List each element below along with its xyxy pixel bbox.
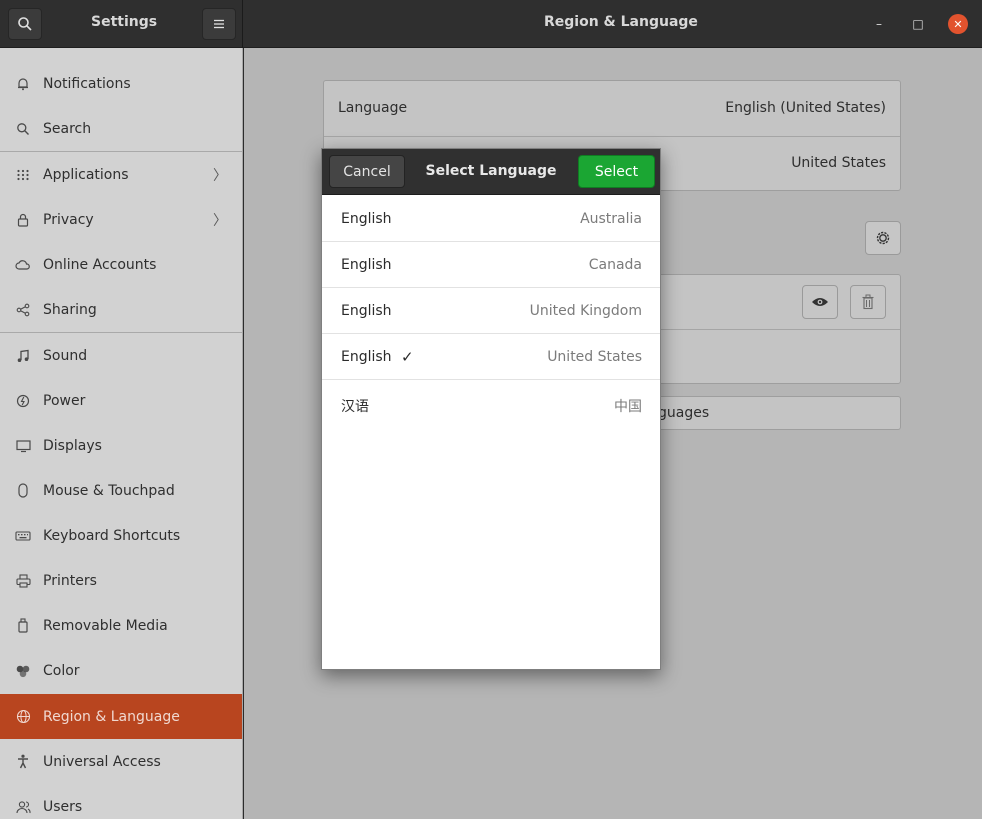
sidebar-item-users[interactable]: Users bbox=[0, 784, 242, 819]
sidebar-item-printers[interactable]: Printers bbox=[0, 558, 242, 603]
chevron-right-icon: 〉 bbox=[213, 212, 227, 229]
power-icon bbox=[15, 393, 31, 409]
sidebar-item-label: Printers bbox=[43, 572, 97, 589]
select-language-dialog: Select Language Cancel Select English Au… bbox=[321, 148, 661, 670]
sidebar-item-search[interactable]: Search bbox=[0, 106, 242, 151]
sidebar-item-universal-access[interactable]: Universal Access bbox=[0, 739, 242, 784]
globe-icon bbox=[15, 709, 31, 725]
language-name: English bbox=[341, 256, 392, 273]
dialog-header: Select Language Cancel Select bbox=[322, 149, 660, 195]
sidebar-item-mouse-touchpad[interactable]: Mouse & Touchpad bbox=[0, 468, 242, 513]
sidebar-item-label: Sharing bbox=[43, 301, 97, 318]
header-bar: Settings Region & Language – □ ✕ bbox=[0, 0, 982, 48]
search-icon bbox=[15, 121, 31, 137]
language-region: Australia bbox=[580, 210, 642, 227]
language-name: English bbox=[341, 302, 392, 319]
search-icon bbox=[18, 17, 32, 31]
usb-drive-icon bbox=[15, 618, 31, 634]
app-title: Settings bbox=[91, 14, 158, 30]
language-name: 汉语 bbox=[341, 399, 369, 415]
sidebar-item-applications[interactable]: Applications 〉 bbox=[0, 152, 242, 197]
close-button[interactable]: ✕ bbox=[948, 14, 968, 34]
trash-icon bbox=[862, 294, 874, 310]
search-button[interactable] bbox=[8, 8, 42, 40]
language-list-item-selected[interactable]: English ✓ United States bbox=[322, 334, 660, 380]
sidebar-item-notifications[interactable]: Notifications bbox=[0, 61, 242, 106]
sidebar-item-label: Removable Media bbox=[43, 617, 168, 634]
users-icon bbox=[15, 799, 31, 815]
sidebar-item-label: Mouse & Touchpad bbox=[43, 482, 175, 499]
language-region: 中国 bbox=[614, 399, 642, 415]
keyboard-icon bbox=[15, 528, 31, 544]
sidebar-item-label: Notifications bbox=[43, 75, 131, 92]
minimize-button[interactable]: – bbox=[869, 14, 889, 34]
maximize-button[interactable]: □ bbox=[908, 14, 928, 34]
select-button[interactable]: Select bbox=[578, 155, 655, 188]
language-region: Canada bbox=[588, 256, 642, 273]
sidebar-item-sound[interactable]: Sound bbox=[0, 333, 242, 378]
sidebar-item-label: Applications bbox=[43, 166, 129, 183]
eye-icon bbox=[812, 298, 828, 306]
sidebar-item-label: Color bbox=[43, 662, 80, 679]
hamburger-menu-icon bbox=[214, 19, 224, 29]
sidebar-item-privacy[interactable]: Privacy 〉 bbox=[0, 197, 242, 242]
sidebar-item-sharing[interactable]: Sharing bbox=[0, 287, 242, 332]
language-list-item[interactable]: English Australia bbox=[322, 196, 660, 242]
sidebar-item-label: Keyboard Shortcuts bbox=[43, 527, 181, 544]
language-label: Language bbox=[338, 100, 408, 116]
sidebar-item-label: Region & Language bbox=[43, 708, 180, 725]
sidebar-item-removable-media[interactable]: Removable Media bbox=[0, 603, 242, 648]
grid-icon bbox=[15, 167, 31, 183]
checkmark-icon: ✓ bbox=[401, 347, 414, 366]
bell-icon bbox=[15, 76, 31, 92]
language-value[interactable]: English (United States) bbox=[725, 100, 886, 116]
accessibility-icon bbox=[15, 754, 31, 770]
sidebar-item-region-language[interactable]: Region & Language bbox=[0, 694, 242, 739]
language-name: English bbox=[341, 210, 392, 227]
sidebar-item-label: Displays bbox=[43, 437, 102, 454]
sidebar: Notifications Search Applications 〉 Priv… bbox=[0, 48, 243, 819]
printer-icon bbox=[15, 573, 31, 589]
page-title: Region & Language bbox=[544, 14, 698, 30]
gear-icon bbox=[876, 231, 890, 245]
formats-value[interactable]: United States bbox=[791, 155, 886, 171]
sidebar-item-color[interactable]: Color bbox=[0, 648, 242, 693]
language-region: United States bbox=[547, 348, 642, 365]
language-name: English bbox=[341, 348, 392, 365]
preview-input-source-button[interactable] bbox=[802, 285, 838, 319]
menu-button[interactable] bbox=[202, 8, 236, 40]
language-list-item[interactable]: English Canada bbox=[322, 242, 660, 288]
cancel-button[interactable]: Cancel bbox=[329, 155, 405, 188]
mouse-icon bbox=[15, 483, 31, 499]
sidebar-item-power[interactable]: Power bbox=[0, 378, 242, 423]
language-list-item[interactable]: English United Kingdom bbox=[322, 288, 660, 334]
sidebar-item-label: Sound bbox=[43, 347, 88, 364]
color-icon bbox=[15, 663, 31, 679]
sidebar-item-online-accounts[interactable]: Online Accounts bbox=[0, 242, 242, 287]
sidebar-item-displays[interactable]: Displays bbox=[0, 423, 242, 468]
sidebar-item-label: Users bbox=[43, 798, 83, 815]
sidebar-item-label: Online Accounts bbox=[43, 256, 157, 273]
language-list-item[interactable]: 汉语 中国 bbox=[322, 380, 660, 432]
music-note-icon bbox=[15, 348, 31, 364]
display-icon bbox=[15, 438, 31, 454]
sidebar-item-label: Search bbox=[43, 120, 92, 137]
sidebar-header: Settings bbox=[0, 0, 243, 48]
language-region: United Kingdom bbox=[529, 302, 642, 319]
share-icon bbox=[15, 302, 31, 318]
sidebar-item-label: Privacy bbox=[43, 211, 94, 228]
sidebar-item-label: Power bbox=[43, 392, 86, 409]
input-sources-options-button[interactable] bbox=[865, 221, 901, 255]
sidebar-item-label: Universal Access bbox=[43, 753, 161, 770]
row-divider bbox=[324, 136, 900, 137]
chevron-right-icon: 〉 bbox=[213, 167, 227, 184]
lock-icon bbox=[15, 212, 31, 228]
remove-input-source-button[interactable] bbox=[850, 285, 886, 319]
sidebar-item-keyboard-shortcuts[interactable]: Keyboard Shortcuts bbox=[0, 513, 242, 558]
manage-languages-label: guages bbox=[658, 405, 710, 421]
cloud-icon bbox=[15, 257, 31, 273]
